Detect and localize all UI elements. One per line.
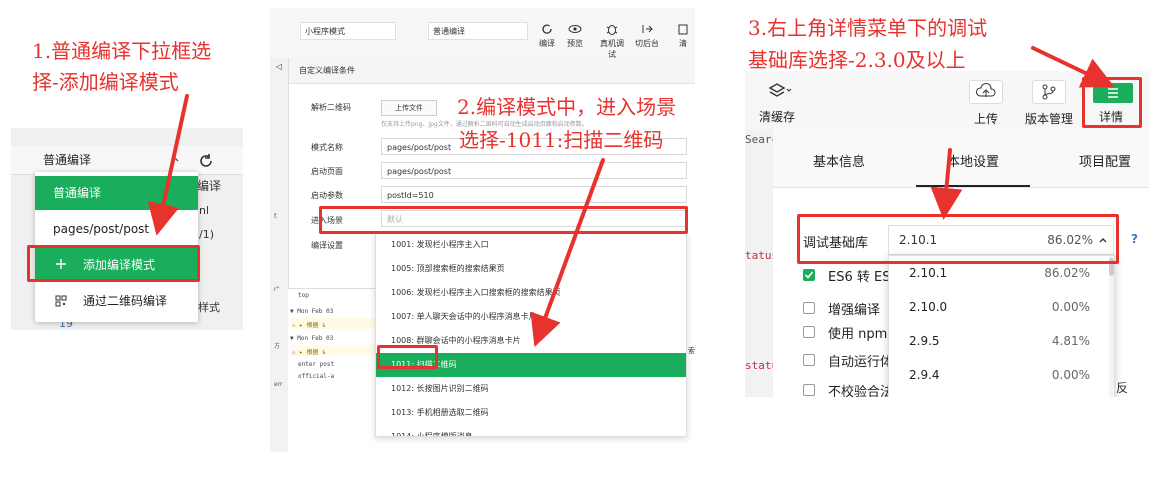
arrow-step2 xyxy=(530,158,605,348)
annotation-arrows xyxy=(147,46,1115,348)
arrow-step1 xyxy=(147,94,189,236)
arrow-step3b xyxy=(930,148,963,220)
arrow-step3a xyxy=(1031,46,1115,88)
